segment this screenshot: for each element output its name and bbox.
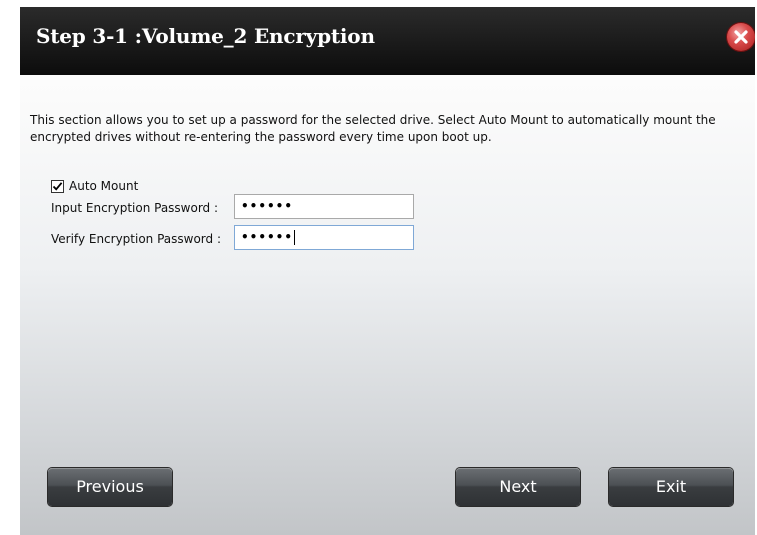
input-password-label: Input Encryption Password : [51, 201, 219, 215]
auto-mount-label: Auto Mount [69, 179, 139, 193]
verify-password-field[interactable]: •••••• [234, 225, 414, 250]
checkmark-icon [52, 181, 63, 191]
next-button[interactable]: Next [456, 468, 580, 506]
dialog-title: Step 3-1 :Volume_2 Encryption [36, 24, 375, 48]
previous-button[interactable]: Previous [48, 468, 172, 506]
auto-mount-checkbox[interactable] [51, 179, 64, 193]
text-caret [294, 230, 296, 245]
input-password-field[interactable]: •••••• [234, 194, 414, 219]
auto-mount-row: Auto Mount [51, 178, 138, 194]
verify-password-value: •••••• [241, 230, 294, 244]
verify-password-label: Verify Encryption Password : [51, 232, 222, 246]
encryption-dialog: Step 3-1 :Volume_2 Encryption This secti… [20, 7, 755, 535]
close-icon [734, 30, 748, 44]
exit-button[interactable]: Exit [609, 468, 733, 506]
close-button[interactable] [727, 23, 755, 51]
title-bar: Step 3-1 :Volume_2 Encryption [20, 7, 755, 75]
input-password-value: •••••• [241, 199, 294, 213]
section-description: This section allows you to set up a pass… [30, 113, 716, 144]
